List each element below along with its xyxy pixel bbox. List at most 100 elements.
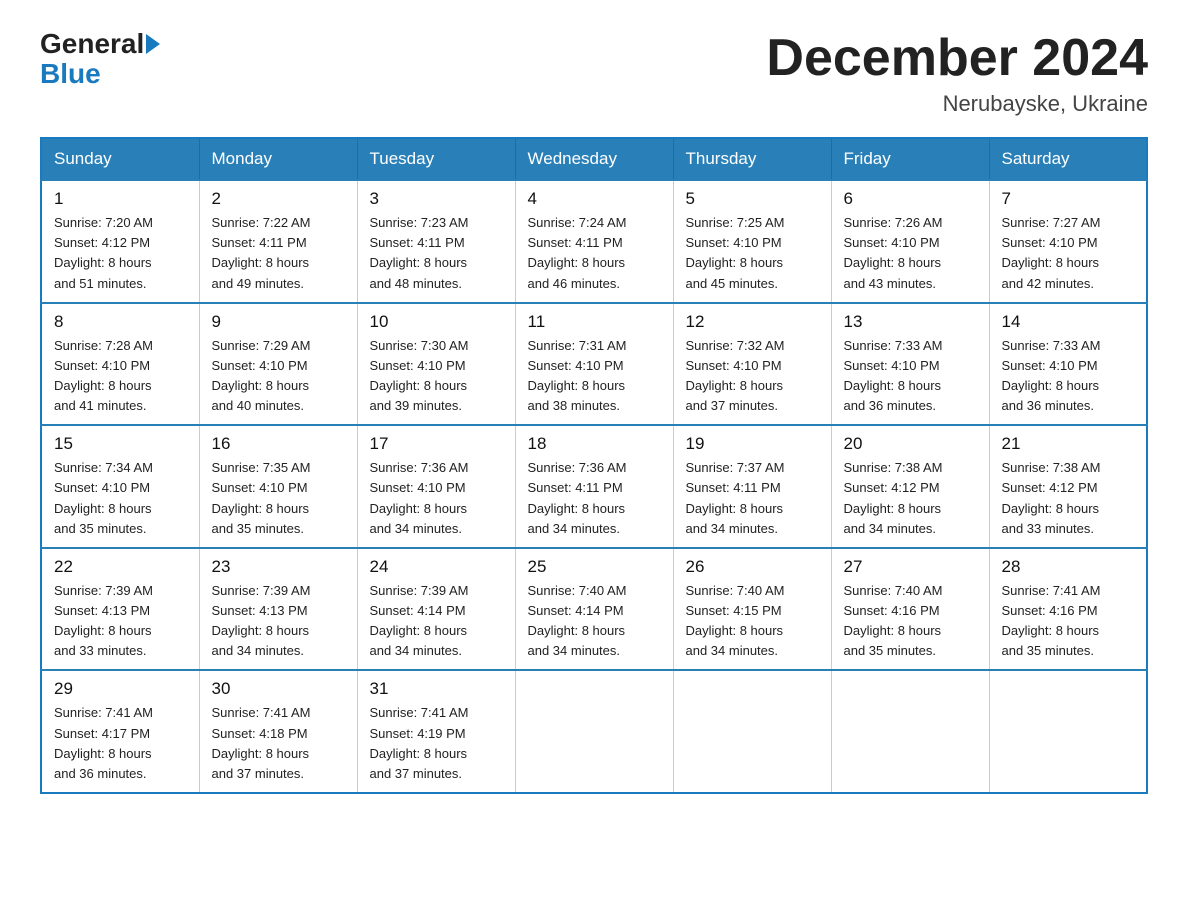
- sunset-label: Sunset: 4:13 PM: [212, 603, 308, 618]
- sunrise-label: Sunrise: 7:40 AM: [528, 583, 627, 598]
- day-info: Sunrise: 7:34 AM Sunset: 4:10 PM Dayligh…: [54, 458, 187, 539]
- sunset-label: Sunset: 4:10 PM: [370, 480, 466, 495]
- day-number: 1: [54, 189, 187, 209]
- daylight-label: Daylight: 8 hoursand 34 minutes.: [844, 501, 942, 536]
- sunrise-label: Sunrise: 7:39 AM: [370, 583, 469, 598]
- sunset-label: Sunset: 4:15 PM: [686, 603, 782, 618]
- day-number: 29: [54, 679, 187, 699]
- daylight-label: Daylight: 8 hoursand 48 minutes.: [370, 255, 468, 290]
- week-row-2: 8 Sunrise: 7:28 AM Sunset: 4:10 PM Dayli…: [41, 303, 1147, 426]
- daylight-label: Daylight: 8 hoursand 35 minutes.: [54, 501, 152, 536]
- calendar-cell: 18 Sunrise: 7:36 AM Sunset: 4:11 PM Dayl…: [515, 425, 673, 548]
- daylight-label: Daylight: 8 hoursand 51 minutes.: [54, 255, 152, 290]
- sunset-label: Sunset: 4:12 PM: [1002, 480, 1098, 495]
- sunset-label: Sunset: 4:16 PM: [844, 603, 940, 618]
- header-wednesday: Wednesday: [515, 138, 673, 180]
- day-number: 14: [1002, 312, 1135, 332]
- calendar-cell: 5 Sunrise: 7:25 AM Sunset: 4:10 PM Dayli…: [673, 180, 831, 303]
- sunset-label: Sunset: 4:10 PM: [1002, 358, 1098, 373]
- calendar-cell: 19 Sunrise: 7:37 AM Sunset: 4:11 PM Dayl…: [673, 425, 831, 548]
- sunset-label: Sunset: 4:12 PM: [844, 480, 940, 495]
- day-number: 2: [212, 189, 345, 209]
- day-number: 13: [844, 312, 977, 332]
- day-number: 10: [370, 312, 503, 332]
- sunrise-label: Sunrise: 7:30 AM: [370, 338, 469, 353]
- day-info: Sunrise: 7:41 AM Sunset: 4:16 PM Dayligh…: [1002, 581, 1135, 662]
- calendar-cell: 15 Sunrise: 7:34 AM Sunset: 4:10 PM Dayl…: [41, 425, 199, 548]
- sunset-label: Sunset: 4:12 PM: [54, 235, 150, 250]
- header-sunday: Sunday: [41, 138, 199, 180]
- day-number: 25: [528, 557, 661, 577]
- sunset-label: Sunset: 4:16 PM: [1002, 603, 1098, 618]
- header-monday: Monday: [199, 138, 357, 180]
- calendar-cell: 10 Sunrise: 7:30 AM Sunset: 4:10 PM Dayl…: [357, 303, 515, 426]
- day-info: Sunrise: 7:28 AM Sunset: 4:10 PM Dayligh…: [54, 336, 187, 417]
- header-thursday: Thursday: [673, 138, 831, 180]
- sunset-label: Sunset: 4:10 PM: [686, 235, 782, 250]
- sunset-label: Sunset: 4:14 PM: [528, 603, 624, 618]
- day-number: 11: [528, 312, 661, 332]
- sunset-label: Sunset: 4:10 PM: [54, 358, 150, 373]
- daylight-label: Daylight: 8 hoursand 45 minutes.: [686, 255, 784, 290]
- day-info: Sunrise: 7:32 AM Sunset: 4:10 PM Dayligh…: [686, 336, 819, 417]
- calendar-body: 1 Sunrise: 7:20 AM Sunset: 4:12 PM Dayli…: [41, 180, 1147, 793]
- day-number: 22: [54, 557, 187, 577]
- calendar-cell: 27 Sunrise: 7:40 AM Sunset: 4:16 PM Dayl…: [831, 548, 989, 671]
- daylight-label: Daylight: 8 hoursand 34 minutes.: [686, 501, 784, 536]
- day-number: 27: [844, 557, 977, 577]
- sunset-label: Sunset: 4:17 PM: [54, 726, 150, 741]
- daylight-label: Daylight: 8 hoursand 37 minutes.: [370, 746, 468, 781]
- calendar-cell: 24 Sunrise: 7:39 AM Sunset: 4:14 PM Dayl…: [357, 548, 515, 671]
- sunset-label: Sunset: 4:11 PM: [528, 235, 623, 250]
- daylight-label: Daylight: 8 hoursand 34 minutes.: [370, 501, 468, 536]
- sunset-label: Sunset: 4:19 PM: [370, 726, 466, 741]
- week-row-3: 15 Sunrise: 7:34 AM Sunset: 4:10 PM Dayl…: [41, 425, 1147, 548]
- calendar-cell: 7 Sunrise: 7:27 AM Sunset: 4:10 PM Dayli…: [989, 180, 1147, 303]
- day-number: 24: [370, 557, 503, 577]
- sunrise-label: Sunrise: 7:39 AM: [212, 583, 311, 598]
- day-info: Sunrise: 7:35 AM Sunset: 4:10 PM Dayligh…: [212, 458, 345, 539]
- day-info: Sunrise: 7:23 AM Sunset: 4:11 PM Dayligh…: [370, 213, 503, 294]
- calendar-cell: 14 Sunrise: 7:33 AM Sunset: 4:10 PM Dayl…: [989, 303, 1147, 426]
- day-info: Sunrise: 7:40 AM Sunset: 4:14 PM Dayligh…: [528, 581, 661, 662]
- location-text: Nerubayske, Ukraine: [766, 91, 1148, 117]
- calendar-cell: 6 Sunrise: 7:26 AM Sunset: 4:10 PM Dayli…: [831, 180, 989, 303]
- day-info: Sunrise: 7:29 AM Sunset: 4:10 PM Dayligh…: [212, 336, 345, 417]
- day-number: 15: [54, 434, 187, 454]
- daylight-label: Daylight: 8 hoursand 37 minutes.: [686, 378, 784, 413]
- sunset-label: Sunset: 4:10 PM: [212, 480, 308, 495]
- week-row-4: 22 Sunrise: 7:39 AM Sunset: 4:13 PM Dayl…: [41, 548, 1147, 671]
- calendar-cell: 22 Sunrise: 7:39 AM Sunset: 4:13 PM Dayl…: [41, 548, 199, 671]
- sunset-label: Sunset: 4:14 PM: [370, 603, 466, 618]
- week-row-5: 29 Sunrise: 7:41 AM Sunset: 4:17 PM Dayl…: [41, 670, 1147, 793]
- sunset-label: Sunset: 4:11 PM: [212, 235, 307, 250]
- day-info: Sunrise: 7:22 AM Sunset: 4:11 PM Dayligh…: [212, 213, 345, 294]
- sunset-label: Sunset: 4:10 PM: [54, 480, 150, 495]
- sunset-label: Sunset: 4:18 PM: [212, 726, 308, 741]
- sunrise-label: Sunrise: 7:40 AM: [844, 583, 943, 598]
- sunset-label: Sunset: 4:13 PM: [54, 603, 150, 618]
- sunset-label: Sunset: 4:10 PM: [686, 358, 782, 373]
- day-info: Sunrise: 7:31 AM Sunset: 4:10 PM Dayligh…: [528, 336, 661, 417]
- calendar-cell: 25 Sunrise: 7:40 AM Sunset: 4:14 PM Dayl…: [515, 548, 673, 671]
- sunrise-label: Sunrise: 7:41 AM: [1002, 583, 1101, 598]
- calendar-header: Sunday Monday Tuesday Wednesday Thursday…: [41, 138, 1147, 180]
- daylight-label: Daylight: 8 hoursand 37 minutes.: [212, 746, 310, 781]
- logo-arrow-icon: [146, 34, 160, 54]
- day-info: Sunrise: 7:20 AM Sunset: 4:12 PM Dayligh…: [54, 213, 187, 294]
- day-info: Sunrise: 7:39 AM Sunset: 4:13 PM Dayligh…: [212, 581, 345, 662]
- calendar-cell: 21 Sunrise: 7:38 AM Sunset: 4:12 PM Dayl…: [989, 425, 1147, 548]
- calendar-cell: 9 Sunrise: 7:29 AM Sunset: 4:10 PM Dayli…: [199, 303, 357, 426]
- calendar-cell: 20 Sunrise: 7:38 AM Sunset: 4:12 PM Dayl…: [831, 425, 989, 548]
- day-number: 18: [528, 434, 661, 454]
- day-number: 31: [370, 679, 503, 699]
- day-info: Sunrise: 7:39 AM Sunset: 4:13 PM Dayligh…: [54, 581, 187, 662]
- sunrise-label: Sunrise: 7:32 AM: [686, 338, 785, 353]
- day-info: Sunrise: 7:24 AM Sunset: 4:11 PM Dayligh…: [528, 213, 661, 294]
- logo-general-text: General: [40, 30, 144, 58]
- sunrise-label: Sunrise: 7:41 AM: [54, 705, 153, 720]
- day-number: 20: [844, 434, 977, 454]
- calendar-cell: [515, 670, 673, 793]
- daylight-label: Daylight: 8 hoursand 34 minutes.: [528, 623, 626, 658]
- day-number: 12: [686, 312, 819, 332]
